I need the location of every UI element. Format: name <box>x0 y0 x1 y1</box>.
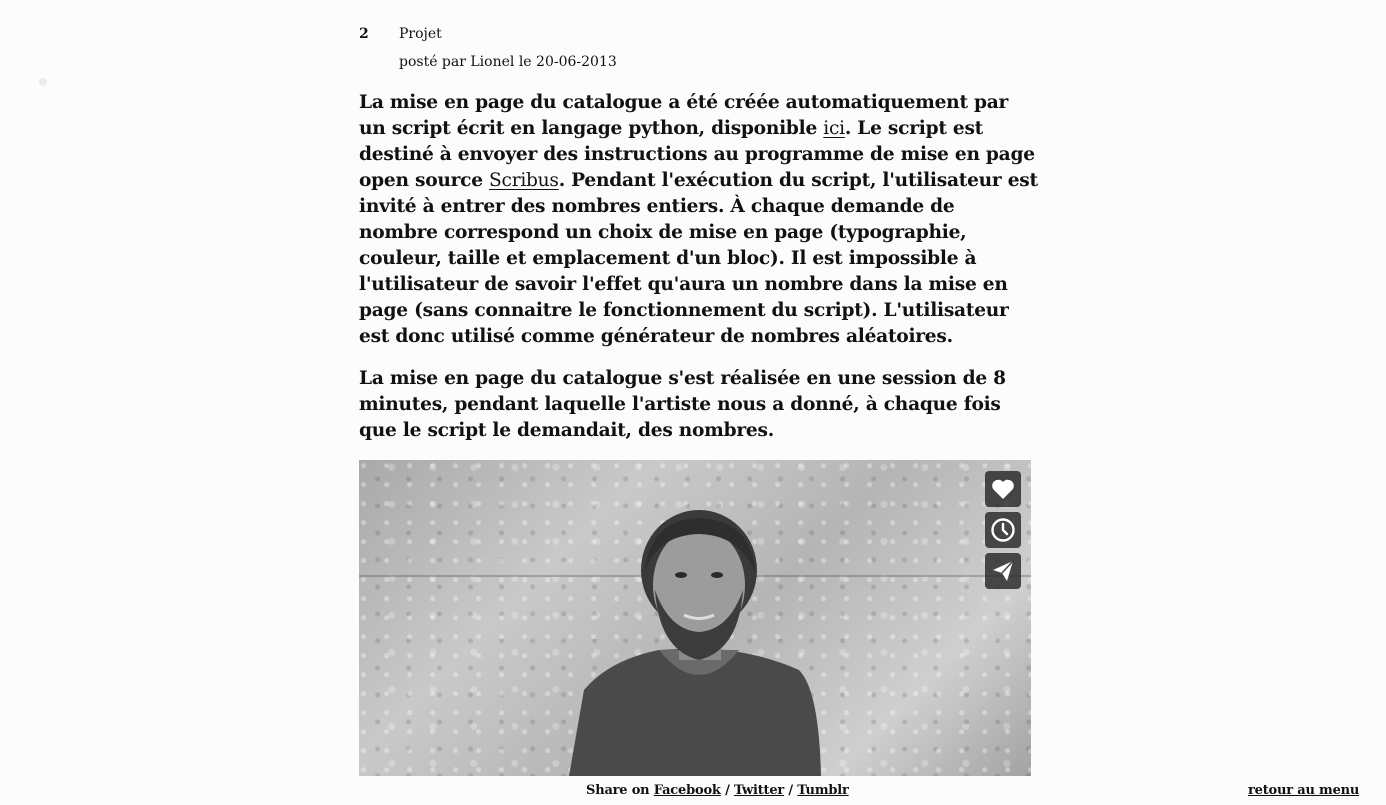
post-body: La mise en page du catalogue a été créée… <box>359 90 1039 460</box>
share-tumblr-link[interactable]: Tumblr <box>797 783 849 798</box>
video-actions <box>985 471 1021 589</box>
heart-icon <box>992 479 1014 499</box>
back-to-menu-link[interactable]: retour au menu <box>1248 783 1359 798</box>
watch-later-button[interactable] <box>985 512 1021 548</box>
paragraph-2: La mise en page du catalogue s'est réali… <box>359 368 1006 441</box>
post-title: Projet <box>399 26 442 42</box>
person-figure <box>569 510 821 776</box>
clock-icon <box>991 518 1015 542</box>
share-facebook-link[interactable]: Facebook <box>654 783 721 798</box>
like-button[interactable] <box>985 471 1021 507</box>
post-number: 2 <box>359 26 369 42</box>
scribus-link[interactable]: Scribus <box>489 170 559 191</box>
post-meta: posté par Lionel le 20-06-2013 <box>399 54 617 70</box>
decorative-dot <box>39 78 47 86</box>
share-prefix: Share on <box>586 783 650 798</box>
paragraph-1: La mise en page du catalogue a été créée… <box>359 90 1039 350</box>
p1-text-c: . Pendant l'exécution du script, l'utili… <box>359 170 1038 347</box>
video-player[interactable] <box>359 460 1031 776</box>
share-bar: Share on Facebook / Twitter / Tumblr <box>586 783 849 798</box>
send-icon <box>993 560 1014 581</box>
share-twitter-link[interactable]: Twitter <box>734 783 784 798</box>
ici-link[interactable]: ici <box>823 118 845 139</box>
share-video-button[interactable] <box>985 553 1021 589</box>
share-separator: / <box>788 783 793 798</box>
share-separator: / <box>725 783 730 798</box>
